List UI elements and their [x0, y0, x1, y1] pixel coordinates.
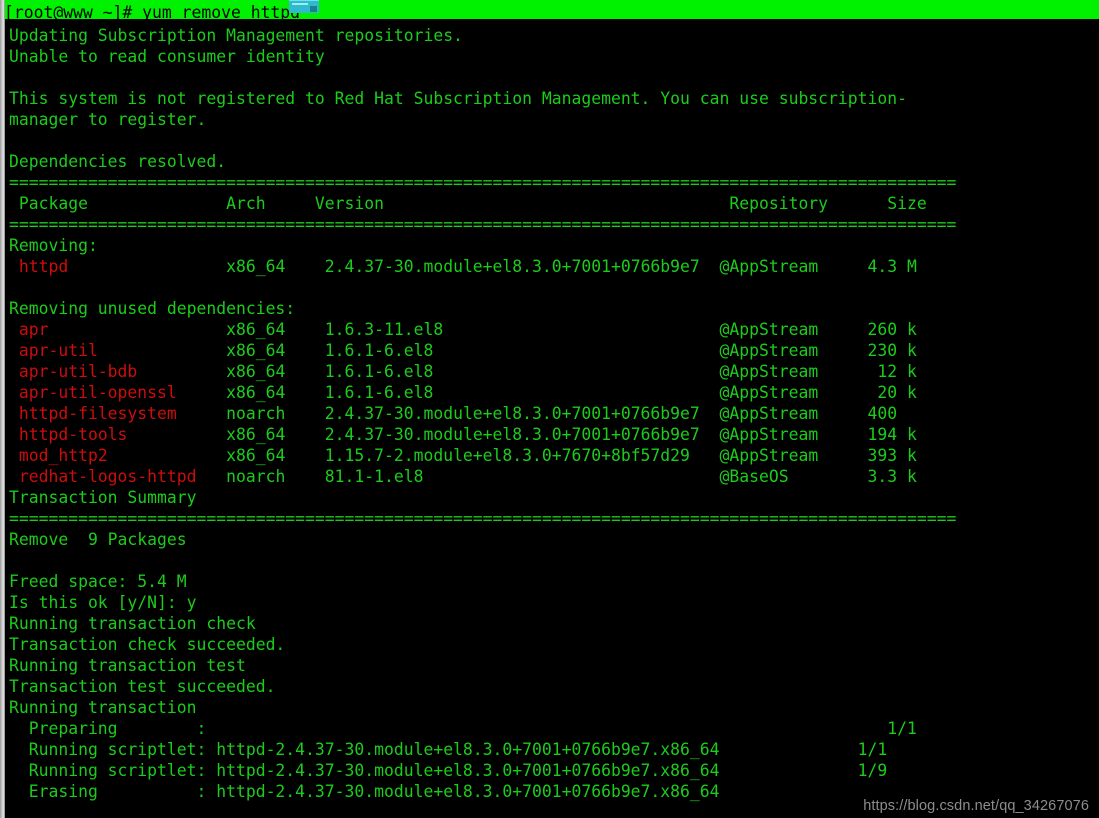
package-name: redhat-logos-httpd — [18, 467, 197, 486]
package-name: httpd-tools — [18, 425, 128, 444]
package-row: apr x86_64 1.6.3-11.el8 @AppStream 260 k — [9, 319, 917, 340]
terminal-line: Updating Subscription Management reposit… — [9, 26, 463, 45]
terminal-line: Preparing : 1/1 — [9, 719, 917, 738]
terminal-line: Running transaction check — [9, 614, 256, 633]
terminal-line: Running scriptlet: httpd-2.4.37-30.modul… — [9, 740, 888, 759]
terminal-line: Dependencies resolved. — [9, 152, 227, 171]
window-thumbnail-icon — [289, 0, 319, 13]
package-row: httpd x86_64 2.4.37-30.module+el8.3.0+70… — [9, 256, 917, 277]
window-left-scrollbar[interactable] — [0, 0, 5, 818]
terminal-line: Transaction check succeeded. — [9, 635, 286, 654]
shell-prompt-line[interactable]: [root@www ~]# yum remove httpd — [4, 2, 300, 23]
package-row: httpd-tools x86_64 2.4.37-30.module+el8.… — [9, 424, 917, 445]
package-name: mod_http2 — [18, 446, 108, 465]
package-row: httpd-filesystem noarch 2.4.37-30.module… — [9, 403, 917, 424]
terminal-line: Package Arch Version Repository Size — [9, 194, 927, 213]
package-details: x86_64 2.4.37-30.module+el8.3.0+7001+076… — [68, 257, 917, 276]
watermark-url: https://blog.csdn.net/qq_34267076 — [863, 798, 1089, 814]
terminal-line: ========================================… — [9, 509, 957, 528]
terminal-line: ========================================… — [9, 173, 957, 192]
package-details: noarch 81.1-1.el8 @BaseOS 3.3 k — [196, 467, 917, 486]
terminal-line: Removing: — [9, 236, 98, 255]
package-name: apr-util — [18, 341, 98, 360]
package-row: apr-util x86_64 1.6.1-6.el8 @AppStream 2… — [9, 340, 917, 361]
package-details: x86_64 1.6.1-6.el8 @AppStream 230 k — [97, 341, 917, 360]
terminal-line: This system is not registered to Red Hat… — [9, 89, 907, 108]
package-details: x86_64 2.4.37-30.module+el8.3.0+7001+076… — [127, 425, 917, 444]
terminal-line: Erasing : httpd-2.4.37-30.module+el8.3.0… — [9, 782, 720, 801]
package-row: apr-util-openssl x86_64 1.6.1-6.el8 @App… — [9, 382, 917, 403]
package-details: noarch 2.4.37-30.module+el8.3.0+7001+076… — [176, 404, 917, 423]
package-row: apr-util-bdb x86_64 1.6.1-6.el8 @AppStre… — [9, 361, 917, 382]
terminal-line: Running scriptlet: httpd-2.4.37-30.modul… — [9, 761, 888, 780]
terminal-line: Transaction Summary — [9, 488, 197, 507]
terminal-line: Transaction test succeeded. — [9, 677, 276, 696]
package-name: apr-util-openssl — [18, 383, 177, 402]
terminal-line: Removing unused dependencies: — [9, 299, 296, 318]
terminal-line: Running transaction test — [9, 656, 246, 675]
package-details: x86_64 1.6.3-11.el8 @AppStream 260 k — [48, 320, 917, 339]
terminal-window: [root@www ~]# yum remove httpd Updating … — [0, 0, 1099, 818]
package-row: redhat-logos-httpd noarch 81.1-1.el8 @Ba… — [9, 466, 917, 487]
package-name: httpd-filesystem — [18, 404, 177, 423]
terminal-line: Remove 9 Packages — [9, 530, 187, 549]
package-name: apr — [18, 320, 49, 339]
package-details: x86_64 1.6.1-6.el8 @AppStream 20 k — [176, 383, 917, 402]
terminal-line: Freed space: 5.4 M — [9, 572, 187, 591]
package-details: x86_64 1.6.1-6.el8 @AppStream 12 k — [137, 362, 917, 381]
terminal-line: Is this ok [y/N]: y — [9, 593, 197, 612]
package-details: x86_64 1.15.7-2.module+el8.3.0+7670+8bf5… — [107, 446, 917, 465]
terminal-line: ========================================… — [9, 215, 957, 234]
package-name: httpd — [18, 257, 69, 276]
package-row: mod_http2 x86_64 1.15.7-2.module+el8.3.0… — [9, 445, 917, 466]
terminal-line: manager to register. — [9, 110, 207, 129]
terminal-line: Running transaction — [9, 698, 197, 717]
package-name: apr-util-bdb — [18, 362, 138, 381]
terminal-line: Unable to read consumer identity — [9, 47, 325, 66]
